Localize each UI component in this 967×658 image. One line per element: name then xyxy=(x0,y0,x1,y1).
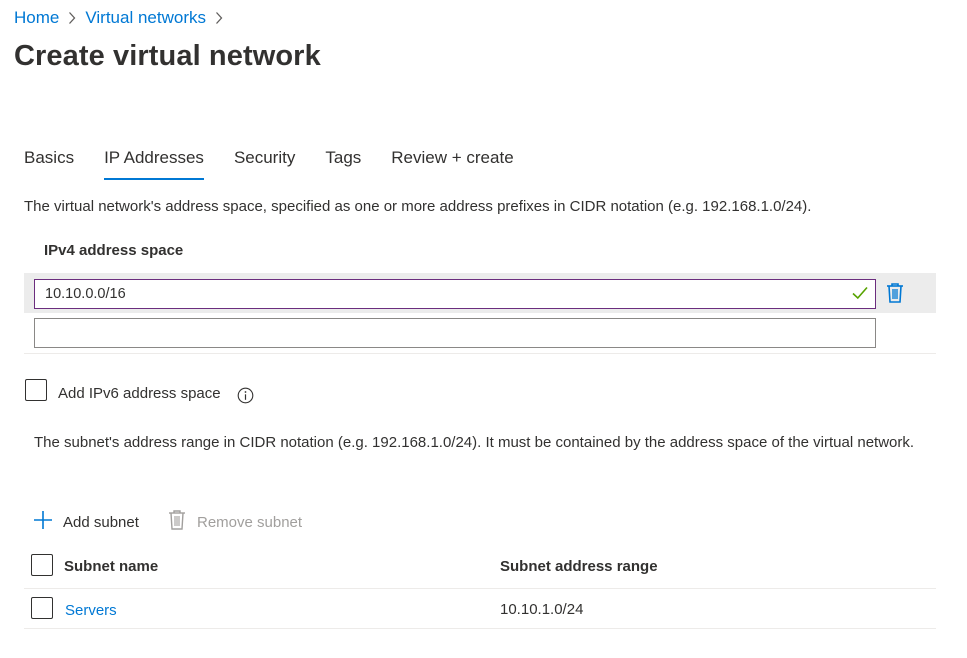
divider xyxy=(24,628,936,629)
tab-bar: Basics IP Addresses Security Tags Review… xyxy=(24,146,544,180)
ipv4-address-space-header: IPv4 address space xyxy=(44,242,184,259)
select-all-checkbox[interactable] xyxy=(31,554,53,576)
column-header-subnet-name[interactable]: Subnet name xyxy=(64,558,158,575)
tab-security[interactable]: Security xyxy=(234,146,295,180)
tab-ip-addresses[interactable]: IP Addresses xyxy=(104,146,204,180)
ipv4-address-input[interactable]: 10.10.0.0/16 xyxy=(34,279,876,309)
ipv4-address-input-empty[interactable] xyxy=(34,318,876,348)
info-icon[interactable] xyxy=(237,387,254,404)
page-title: Create virtual network xyxy=(14,40,321,72)
divider xyxy=(24,588,936,589)
divider xyxy=(24,353,936,354)
breadcrumb-home-link[interactable]: Home xyxy=(14,8,59,28)
column-header-subnet-range[interactable]: Subnet address range xyxy=(500,558,658,575)
remove-subnet-button[interactable]: Remove subnet xyxy=(167,509,303,536)
chevron-right-icon xyxy=(215,11,223,25)
plus-icon xyxy=(33,510,53,535)
delete-icon[interactable] xyxy=(884,281,906,305)
add-subnet-label: Add subnet xyxy=(63,513,139,531)
address-space-description: The virtual network's address space, spe… xyxy=(24,198,812,215)
subnet-address-range: 10.10.1.0/24 xyxy=(500,601,584,618)
subnet-description: The subnet's address range in CIDR notat… xyxy=(34,434,915,451)
tab-review-create[interactable]: Review + create xyxy=(391,146,513,180)
subnet-name-link[interactable]: Servers xyxy=(65,602,117,619)
tab-basics[interactable]: Basics xyxy=(24,146,74,180)
breadcrumb-virtual-networks-link[interactable]: Virtual networks xyxy=(85,8,206,28)
row-checkbox[interactable] xyxy=(31,597,53,619)
breadcrumb: Home Virtual networks xyxy=(14,7,232,29)
remove-subnet-label: Remove subnet xyxy=(197,513,303,531)
ipv6-checkbox[interactable] xyxy=(25,379,47,401)
add-subnet-button[interactable]: Add subnet xyxy=(33,510,139,534)
checkmark-icon xyxy=(851,284,869,302)
chevron-right-icon xyxy=(68,11,76,25)
ipv6-checkbox-label[interactable]: Add IPv6 address space xyxy=(58,385,221,402)
delete-icon xyxy=(167,509,187,536)
tab-tags[interactable]: Tags xyxy=(325,146,361,180)
